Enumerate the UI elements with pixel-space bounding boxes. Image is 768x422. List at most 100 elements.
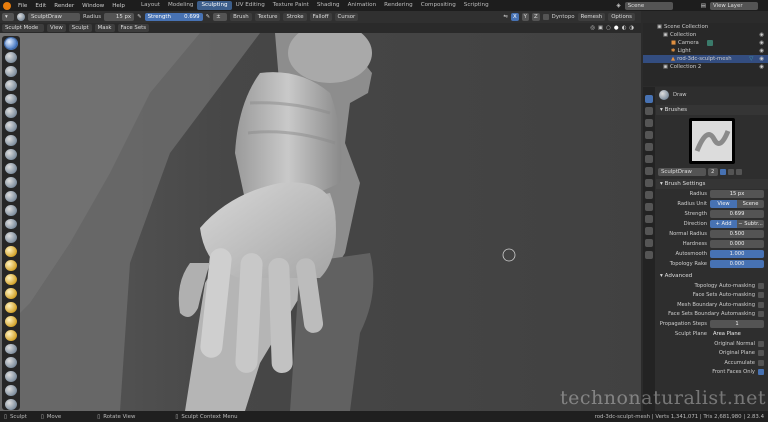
unlink-brush-icon[interactable] — [736, 169, 742, 175]
tab-compositing[interactable]: Compositing — [417, 1, 460, 10]
options-menu[interactable]: Options — [608, 13, 635, 21]
visibility-eye-icon[interactable]: ◉ — [759, 63, 764, 71]
object-tab-icon[interactable] — [645, 167, 653, 175]
front-faces-only-checkbox[interactable] — [758, 369, 764, 376]
outliner-row-selected[interactable]: ▲ rod-3dc-sculpt-mesh ▽ ◉ — [643, 55, 768, 63]
scrape-brush-icon[interactable] — [5, 204, 17, 216]
inflate-brush-icon[interactable] — [5, 121, 17, 133]
tab-uv-editing[interactable]: UV Editing — [232, 1, 269, 10]
tab-animation[interactable]: Animation — [344, 1, 381, 10]
pose-brush-icon[interactable] — [5, 301, 17, 313]
elastic-deform-brush-icon[interactable] — [5, 260, 17, 272]
topology-rake-field[interactable]: 0.000 — [710, 260, 764, 268]
brush-name-field[interactable]: SculptDraw — [28, 13, 80, 21]
output-tab-icon[interactable] — [645, 119, 653, 127]
physics-tab-icon[interactable] — [645, 203, 653, 211]
scene-selector[interactable]: Scene — [624, 1, 673, 10]
texture-tab-icon[interactable] — [645, 251, 653, 259]
rotate-brush-icon[interactable] — [5, 329, 17, 341]
dyntopo-checkbox[interactable] — [542, 14, 549, 20]
tool-tab-icon[interactable] — [645, 95, 653, 103]
draw-face-sets-icon[interactable] — [5, 399, 17, 411]
draw-sharp-brush-icon[interactable] — [5, 51, 17, 63]
clay-thumb-brush-icon[interactable] — [5, 93, 17, 105]
pressure-icon[interactable]: ✎ — [137, 14, 142, 20]
strength-slider[interactable]: Strength 0.699 — [144, 13, 203, 21]
brush-settings-section-header[interactable]: ▾ Brush Settings — [656, 179, 768, 189]
tab-rendering[interactable]: Rendering — [380, 1, 417, 10]
view-layer-tab-icon[interactable] — [645, 131, 653, 139]
visibility-eye-icon[interactable]: ◉ — [759, 39, 764, 47]
menu-render[interactable]: Render — [50, 3, 78, 9]
brush-preview[interactable] — [656, 115, 768, 167]
duplicate-brush-icon[interactable] — [728, 169, 734, 175]
face-sets-boundary-automasking-checkbox[interactable] — [758, 311, 764, 318]
xray-icon[interactable]: ▣ — [598, 25, 603, 31]
shading-solid-icon[interactable]: ● — [614, 25, 619, 31]
outliner-row[interactable]: ▣ Scene Collection — [643, 23, 768, 31]
tab-layout[interactable]: Layout — [137, 1, 164, 10]
original-plane-checkbox[interactable] — [758, 350, 764, 357]
symmetry-z-toggle[interactable]: Z — [531, 13, 540, 21]
tab-shading[interactable]: Shading — [313, 1, 344, 10]
particles-tab-icon[interactable] — [645, 191, 653, 199]
hardness-field[interactable]: 0.000 — [710, 240, 764, 248]
menu-edit[interactable]: Edit — [31, 3, 50, 9]
multiplane-scrape-brush-icon[interactable] — [5, 218, 17, 230]
outliner-row[interactable]: ✱ Light ◉ — [643, 47, 768, 55]
blender-logo-icon[interactable] — [3, 1, 11, 10]
scene-tab-icon[interactable] — [645, 143, 653, 151]
mask-brush-icon[interactable] — [5, 385, 17, 397]
strength-pressure-icon[interactable]: ✎ — [206, 14, 211, 20]
material-tab-icon[interactable] — [645, 239, 653, 247]
menu-window[interactable]: Window — [78, 3, 108, 9]
sculpt-menu[interactable]: Sculpt — [68, 24, 92, 32]
view-menu[interactable]: View — [47, 24, 66, 32]
brush-menu[interactable]: Brush — [230, 13, 252, 21]
tab-sculpting[interactable]: Sculpting — [197, 1, 232, 10]
brush-direction-icon[interactable]: ± — [213, 13, 228, 21]
draw-brush-icon[interactable] — [4, 37, 18, 50]
outliner-row[interactable]: ▣ Collection 2 ◉ — [643, 63, 768, 71]
flatten-brush-icon[interactable] — [5, 176, 17, 188]
pinch-brush-icon[interactable] — [5, 232, 17, 244]
brush-users-count[interactable]: 2 — [708, 168, 718, 176]
clay-strips-brush-icon[interactable] — [5, 79, 17, 91]
shading-material-icon[interactable]: ◐ — [622, 25, 627, 31]
direction-subtract-button[interactable]: − Subtr... — [737, 220, 764, 228]
stroke-menu[interactable]: Stroke — [283, 13, 307, 21]
crease-brush-icon[interactable] — [5, 149, 17, 161]
strength-field[interactable]: 0.699 — [710, 210, 764, 218]
direction-add-button[interactable]: + Add — [710, 220, 737, 228]
advanced-section-header[interactable]: ▾ Advanced — [656, 271, 768, 281]
dyntopo-label[interactable]: Dyntopo — [552, 14, 575, 20]
brush-datablock-field[interactable]: SculptDraw — [658, 168, 706, 176]
outliner-row[interactable]: ▣ Collection ◉ — [643, 31, 768, 39]
radius-unit-view-button[interactable]: View — [710, 200, 737, 208]
tab-texture-paint[interactable]: Texture Paint — [269, 1, 313, 10]
simplify-brush-icon[interactable] — [5, 371, 17, 383]
mode-selector[interactable]: Sculpt Mode — [2, 24, 44, 32]
tab-scripting[interactable]: Scripting — [460, 1, 493, 10]
clay-brush-icon[interactable] — [5, 65, 17, 77]
cursor-menu[interactable]: Cursor — [334, 13, 359, 21]
propagation-steps-field[interactable]: 1 — [710, 320, 764, 328]
visibility-eye-icon[interactable]: ◉ — [759, 47, 764, 55]
sculpt-plane-dropdown[interactable]: Area Plane — [710, 330, 764, 338]
fake-user-icon[interactable] — [720, 169, 726, 175]
symmetry-y-toggle[interactable]: Y — [521, 13, 529, 21]
render-tab-icon[interactable] — [645, 107, 653, 115]
shading-wire-icon[interactable]: ○ — [606, 25, 611, 31]
falloff-menu[interactable]: Falloff — [309, 13, 332, 21]
visibility-eye-icon[interactable]: ◉ — [759, 55, 764, 63]
autosmooth-field[interactable]: 1.000 — [710, 250, 764, 258]
blob-brush-icon[interactable] — [5, 135, 17, 147]
view-layer-selector[interactable]: View Layer — [710, 1, 758, 10]
face-sets-menu[interactable]: Face Sets — [117, 24, 150, 32]
3d-viewport[interactable] — [0, 33, 641, 411]
overlay-icon[interactable]: ◎ — [590, 25, 595, 31]
constraints-tab-icon[interactable] — [645, 215, 653, 223]
smooth-brush-icon[interactable] — [5, 163, 17, 174]
brushes-section-header[interactable]: ▾ Brushes — [656, 105, 768, 115]
nudge-brush-icon[interactable] — [5, 315, 17, 327]
